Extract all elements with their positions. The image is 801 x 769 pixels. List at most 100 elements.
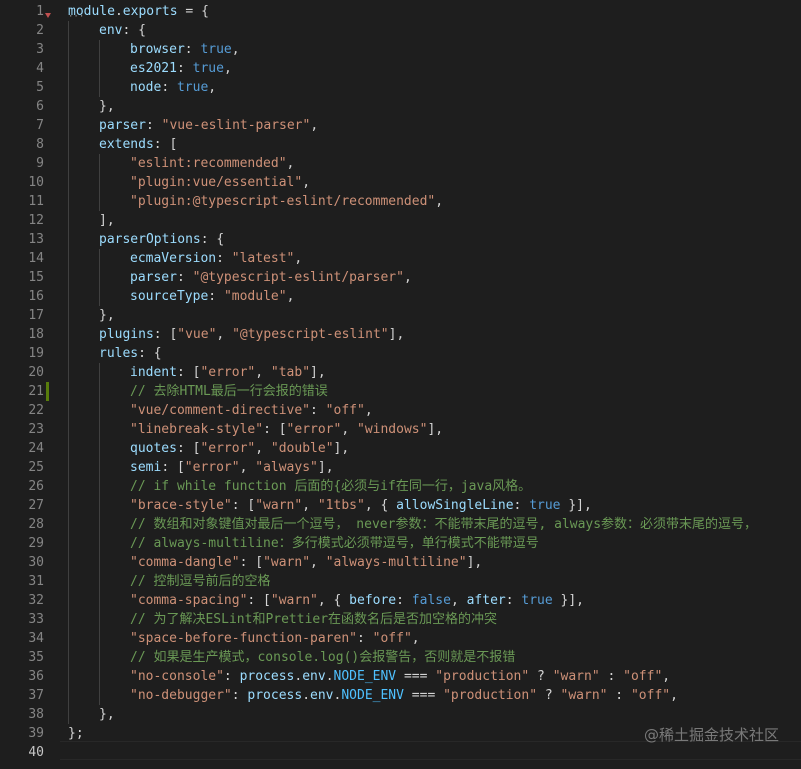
code-token: // 为了解决ESLint和Prettier在函数名后是否加空格的冲突 — [130, 612, 498, 627]
code-line[interactable]: 29 // always-multiline：多行模式必须带逗号，单行模式不能带逗… — [0, 534, 801, 553]
code-line[interactable]: 8 extends: [ — [0, 135, 801, 154]
code-token: true — [200, 42, 232, 57]
code-line[interactable]: 6}, — [0, 97, 801, 116]
indent-guide — [68, 116, 69, 135]
code-line[interactable]: 38}, — [0, 705, 801, 724]
indent-guide — [68, 21, 69, 40]
code-token: "warn" — [270, 593, 318, 608]
indent-guide — [99, 496, 100, 515]
code-line[interactable]: 5 node: true, — [0, 78, 801, 97]
code-token: , — [223, 61, 232, 76]
code-line[interactable]: 11 "plugin:@typescript-eslint/recommended… — [0, 192, 801, 211]
code-token: , — [286, 156, 295, 171]
code-token: browser — [130, 42, 185, 57]
code-line[interactable]: 22 "vue/comment-directive": "off", — [0, 401, 801, 420]
line-number: 5 — [36, 80, 44, 95]
code-token: : — [231, 688, 248, 703]
code-token: , { — [364, 498, 397, 513]
indent-guide — [68, 135, 69, 154]
code-text: rules: { — [99, 344, 162, 363]
code-line[interactable]: 25 semi: ["error", "always"], — [0, 458, 801, 477]
code-token: : [ — [176, 441, 201, 456]
code-token: : — [176, 61, 193, 76]
indent-guide — [68, 173, 69, 192]
code-line[interactable]: 40 — [0, 743, 801, 762]
line-number: 16 — [28, 289, 44, 304]
code-token: parser — [99, 118, 146, 133]
code-line[interactable]: 7 parser: "vue-eslint-parser", — [0, 116, 801, 135]
code-line[interactable]: 36 "no-console": process.env.NODE_ENV ===… — [0, 667, 801, 686]
indent-guide — [68, 401, 69, 420]
code-line[interactable]: 26 // if while function 后面的{必须与if在同一行，jav… — [0, 477, 801, 496]
code-text: }; — [68, 724, 84, 743]
code-text: ecmaVersion: "latest", — [130, 249, 302, 268]
code-line[interactable]: 12], — [0, 211, 801, 230]
indent-guide — [99, 59, 100, 78]
code-token: . — [325, 669, 334, 684]
code-token: true — [192, 61, 224, 76]
code-line[interactable]: 14 ecmaVersion: "latest", — [0, 249, 801, 268]
indent-guide — [68, 667, 69, 686]
code-line[interactable]: 30 "comma-dangle": ["warn", "always-multi… — [0, 553, 801, 572]
code-token: module — [68, 4, 115, 19]
code-line[interactable]: 34 "space-before-function-paren": "off", — [0, 629, 801, 648]
code-line[interactable]: 16 sourceType: "module", — [0, 287, 801, 306]
indent-guide — [68, 705, 69, 724]
line-number: 36 — [28, 669, 44, 684]
code-token: "always" — [255, 460, 318, 475]
code-token: : — [184, 42, 201, 57]
code-line[interactable]: 35 // 如果是生产模式，console.log()会报警告，否则就是不报错 — [0, 648, 801, 667]
code-text: }, — [99, 705, 115, 724]
code-line[interactable]: 19 rules: { — [0, 344, 801, 363]
code-line[interactable]: 27 "brace-style": ["warn", "1tbs", { allo… — [0, 496, 801, 515]
code-line[interactable]: 17}, — [0, 306, 801, 325]
code-line[interactable]: 1 module.exports = { — [0, 2, 801, 21]
code-token: , — [411, 631, 420, 646]
line-number: 2 — [36, 23, 44, 38]
code-line[interactable]: 28 // 数组和对象键值对最后一个逗号， never参数：不能带末尾的逗号, a… — [0, 515, 801, 534]
code-line[interactable]: 9 "eslint:recommended", — [0, 154, 801, 173]
code-line[interactable]: 15 parser: "@typescript-eslint/parser", — [0, 268, 801, 287]
code-token: "linebreak-style" — [130, 422, 264, 437]
code-line[interactable]: 13 parserOptions: { — [0, 230, 801, 249]
indent-guide — [68, 211, 69, 230]
code-editor[interactable]: ··· 1 module.exports = {2 env: {3 browser: … — [0, 0, 801, 769]
code-token: , — [310, 118, 319, 133]
indent-guide — [99, 610, 100, 629]
code-line[interactable]: 31 // 控制逗号前后的空格 — [0, 572, 801, 591]
code-token: , — [310, 555, 326, 570]
code-token: ], — [466, 555, 483, 570]
code-line[interactable]: 24 quotes: ["error", "double"], — [0, 439, 801, 458]
code-line[interactable]: 2 env: { — [0, 21, 801, 40]
code-text: es2021: true, — [130, 59, 232, 78]
code-token: true — [529, 498, 561, 513]
code-line[interactable]: 21 // 去除HTML最后一行会报的错误 — [0, 382, 801, 401]
indent-guide — [99, 667, 100, 686]
indent-guide — [99, 420, 100, 439]
indent-guide — [68, 439, 69, 458]
code-line[interactable]: 10 "plugin:vue/essential", — [0, 173, 801, 192]
code-token: "production" — [435, 669, 530, 684]
code-text: "plugin:vue/essential", — [130, 173, 310, 192]
code-token: === — [403, 688, 444, 703]
code-token: : — [176, 270, 193, 285]
code-token: "error" — [184, 460, 240, 475]
code-line[interactable]: 33 // 为了解决ESLint和Prettier在函数名后是否加空格的冲突 — [0, 610, 801, 629]
code-token: allowSingleLine — [396, 498, 514, 513]
code-line[interactable]: 37 "no-debugger": process.env.NODE_ENV ==… — [0, 686, 801, 705]
code-token: "error" — [200, 365, 256, 380]
code-line[interactable]: 32 "comma-spacing": ["warn", { before: fa… — [0, 591, 801, 610]
code-line[interactable]: 20 indent: ["error", "tab"], — [0, 363, 801, 382]
code-token: semi — [130, 460, 162, 475]
line-number: 27 — [28, 498, 44, 513]
indent-guide — [68, 230, 69, 249]
indent-guide — [68, 496, 69, 515]
code-text: parser: "@typescript-eslint/parser", — [130, 268, 412, 287]
code-line[interactable]: 3 browser: true, — [0, 40, 801, 59]
code-line[interactable]: 23 "linebreak-style": ["error", "windows"… — [0, 420, 801, 439]
code-token: , — [294, 251, 303, 266]
code-token: : — [161, 80, 177, 95]
line-number: 11 — [28, 194, 44, 209]
code-line[interactable]: 18 plugins: ["vue", "@typescript-eslint"]… — [0, 325, 801, 344]
code-line[interactable]: 4 es2021: true, — [0, 59, 801, 78]
